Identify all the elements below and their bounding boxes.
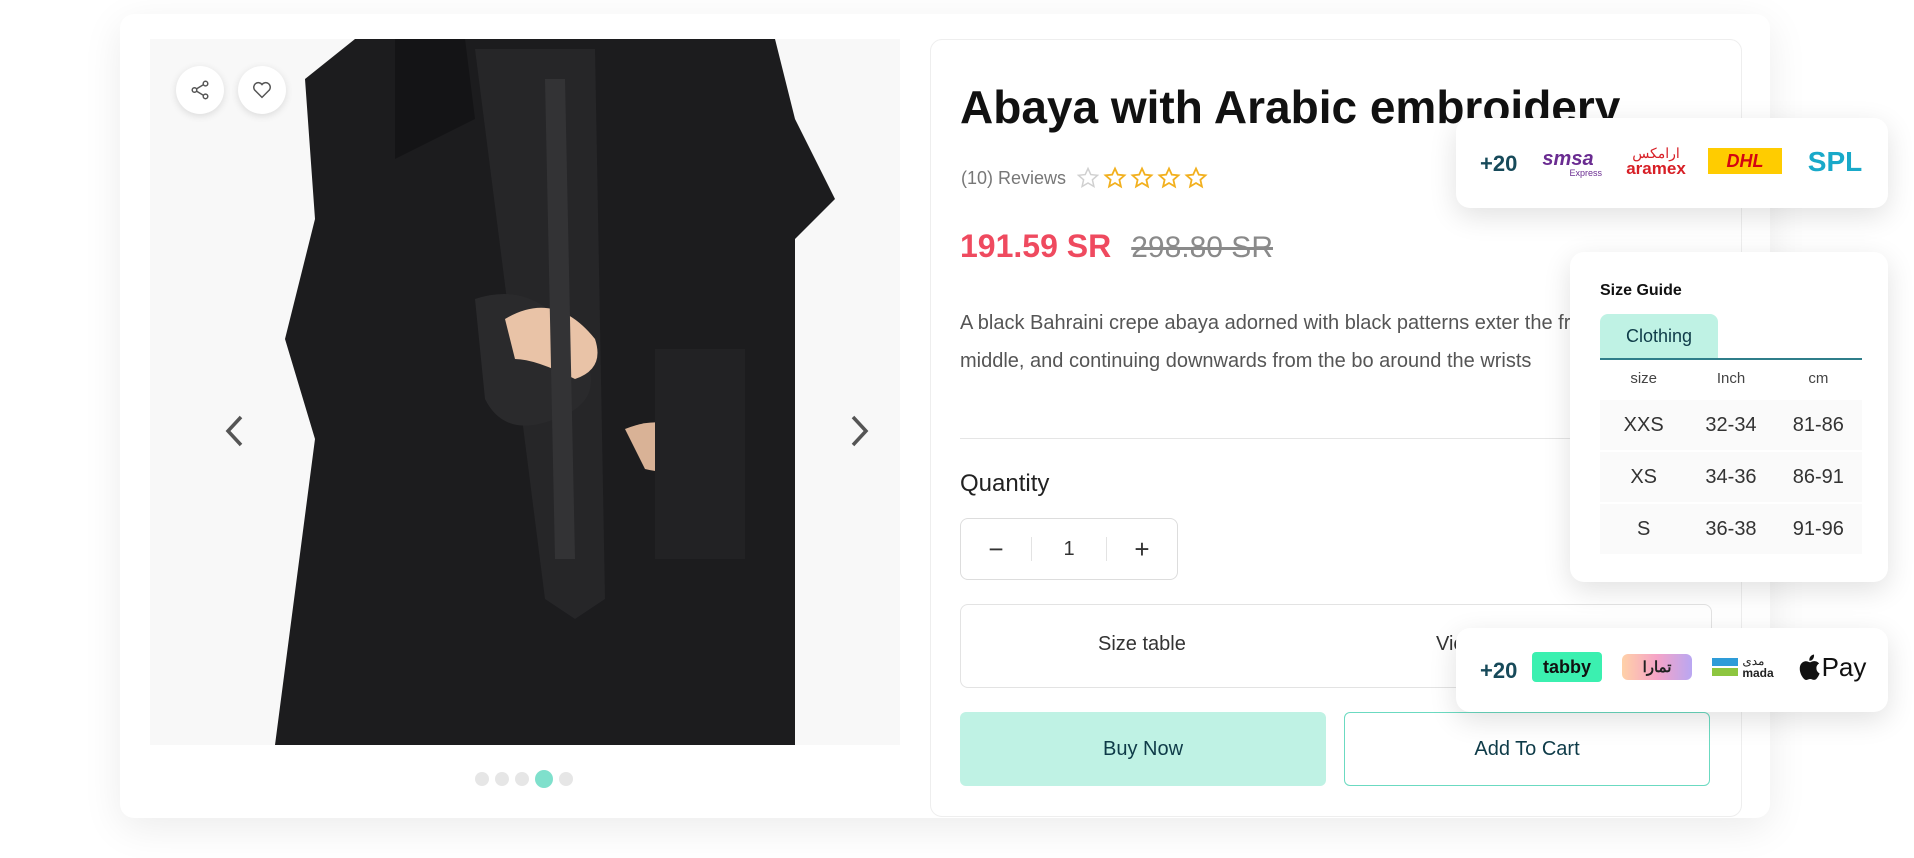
- tabby-logo: tabby: [1532, 652, 1602, 682]
- dhl-logo: DHL: [1708, 148, 1782, 174]
- slide-dot[interactable]: [559, 772, 573, 786]
- star-empty-icon: [1076, 166, 1100, 189]
- mada-bars-icon: [1712, 658, 1739, 676]
- star-filled-icon: [1130, 166, 1154, 189]
- star-filled-icon: [1103, 166, 1127, 189]
- product-gallery[interactable]: [150, 39, 900, 745]
- quantity-stepper: − 1 +: [960, 518, 1178, 580]
- slide-dot-active[interactable]: [535, 770, 553, 788]
- header-size: size: [1630, 370, 1657, 387]
- more-shipping-count: +20: [1480, 151, 1518, 176]
- reviews-count: (10) Reviews: [961, 167, 1067, 188]
- shipping-partners-card: +20 smsa Express ارامكس aramex DHL SPL: [1456, 118, 1888, 208]
- product-description: A black Bahraini crepe abaya adorned wit…: [960, 312, 1654, 372]
- tab-clothing[interactable]: Clothing: [1600, 314, 1718, 358]
- reviews-row[interactable]: (10) Reviews: [961, 166, 1208, 190]
- star-filled-icon: [1157, 166, 1181, 189]
- increase-button[interactable]: +: [1107, 519, 1177, 579]
- apple-pay-logo: Pay: [1792, 648, 1872, 686]
- heart-icon: [253, 81, 271, 99]
- more-payments-count: +20: [1480, 658, 1518, 683]
- size-guide-card: Size Guide Clothing size Inch cm XXS 32-…: [1570, 252, 1888, 582]
- slide-dot[interactable]: [515, 772, 529, 786]
- tab-size-table[interactable]: Size table: [1098, 633, 1186, 656]
- table-row: S 36-38 91-96: [1600, 504, 1862, 554]
- original-price: 298.80 SR: [1131, 231, 1273, 264]
- decrease-button[interactable]: −: [961, 519, 1031, 579]
- sale-price: 191.59 SR: [960, 228, 1112, 264]
- table-row: XS 34-36 86-91: [1600, 452, 1862, 502]
- smsa-logo: smsa Express: [1542, 147, 1602, 178]
- tamara-logo: تمارا: [1622, 654, 1692, 680]
- quantity-label: Quantity: [960, 470, 1050, 497]
- buy-now-button[interactable]: Buy Now: [960, 712, 1326, 786]
- header-cm: cm: [1808, 370, 1829, 387]
- payment-methods-card: +20 tabby تمارا مدى mada Pay: [1456, 628, 1888, 712]
- aramex-logo: ارامكس aramex: [1626, 144, 1686, 179]
- rating-stars: [1076, 166, 1208, 190]
- chevron-right-icon: [851, 415, 869, 447]
- next-slide-button[interactable]: [840, 411, 880, 451]
- size-table-header: size Inch cm: [1600, 370, 1862, 387]
- product-image: [275, 39, 835, 745]
- slide-dot[interactable]: [495, 772, 509, 786]
- quantity-value[interactable]: 1: [1031, 537, 1107, 561]
- mada-logo: مدى mada: [1710, 650, 1776, 684]
- spl-logo: SPL: [1807, 146, 1863, 177]
- slide-indicators: [475, 770, 573, 788]
- prev-slide-button[interactable]: [214, 411, 254, 451]
- apple-icon: [1799, 654, 1820, 680]
- table-row: XXS 32-34 81-86: [1600, 400, 1862, 450]
- price-row: 191.59 SR 298.80 SR: [960, 228, 1273, 265]
- wishlist-button[interactable]: [238, 66, 286, 114]
- add-to-cart-button[interactable]: Add To Cart: [1344, 712, 1710, 786]
- share-button[interactable]: [176, 66, 224, 114]
- tab-underline: [1600, 358, 1862, 360]
- star-filled-icon: [1184, 166, 1208, 189]
- header-inch: Inch: [1716, 370, 1746, 387]
- slide-dot[interactable]: [475, 772, 489, 786]
- share-icon: [191, 80, 209, 100]
- size-guide-title: Size Guide: [1600, 282, 1682, 299]
- chevron-left-icon: [225, 415, 243, 447]
